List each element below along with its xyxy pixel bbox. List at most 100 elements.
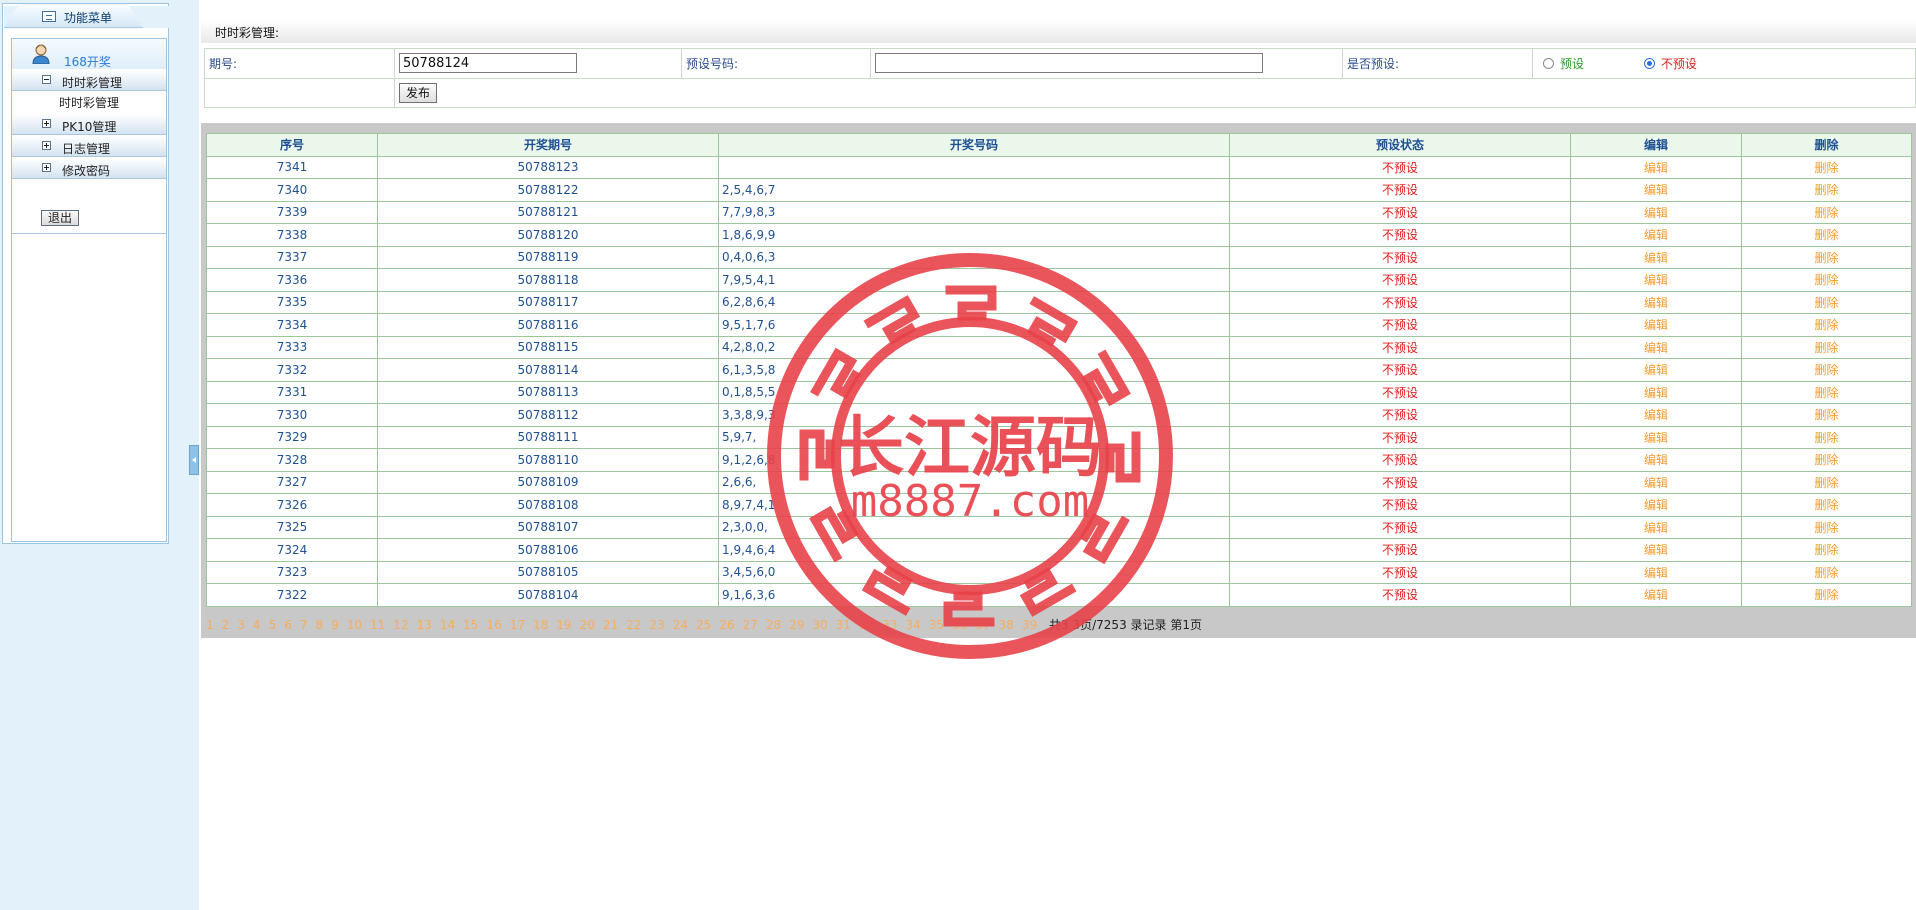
delete-link[interactable]: 删除 xyxy=(1741,403,1912,427)
menu-section-password[interactable]: 修改密码 xyxy=(12,157,166,179)
delete-link[interactable]: 删除 xyxy=(1741,493,1912,517)
edit-link[interactable]: 编辑 xyxy=(1570,200,1742,224)
edit-link[interactable]: 编辑 xyxy=(1570,178,1742,202)
edit-link[interactable]: 编辑 xyxy=(1570,493,1742,517)
page-link[interactable]: 5 xyxy=(269,618,277,632)
edit-link[interactable]: 编辑 xyxy=(1570,313,1742,337)
delete-link[interactable]: 删除 xyxy=(1741,470,1912,494)
page-link[interactable]: 37 xyxy=(975,618,990,632)
cell-issue: 50788107 xyxy=(377,515,719,539)
page-link[interactable]: 8 xyxy=(315,618,323,632)
page-link[interactable]: 39 xyxy=(1022,618,1037,632)
menu-section-pk10[interactable]: PK10管理 xyxy=(12,113,166,135)
edit-link[interactable]: 编辑 xyxy=(1570,403,1742,427)
delete-link[interactable]: 删除 xyxy=(1741,245,1912,269)
page-link[interactable]: 18 xyxy=(533,618,548,632)
page-link[interactable]: 10 xyxy=(347,618,362,632)
page-link[interactable]: 12 xyxy=(393,618,408,632)
page-link[interactable]: 1 xyxy=(206,618,214,632)
page-link[interactable]: 29 xyxy=(789,618,804,632)
page-link[interactable]: 38 xyxy=(999,618,1014,632)
delete-link[interactable]: 删除 xyxy=(1741,223,1912,247)
edit-link[interactable]: 编辑 xyxy=(1570,448,1742,472)
col-header-id: 序号 xyxy=(206,133,378,157)
radio-preset[interactable] xyxy=(1543,57,1554,69)
edit-link[interactable]: 编辑 xyxy=(1570,155,1742,179)
radio-no-preset[interactable] xyxy=(1643,57,1655,69)
preset-number-input[interactable] xyxy=(875,53,1263,74)
page-link[interactable]: 17 xyxy=(510,618,525,632)
page-link[interactable]: 16 xyxy=(486,618,501,632)
page-link[interactable]: 30 xyxy=(812,618,827,632)
edit-link[interactable]: 编辑 xyxy=(1570,358,1742,382)
delete-link[interactable]: 删除 xyxy=(1741,380,1912,404)
page-link[interactable]: 24 xyxy=(673,618,688,632)
cell-issue: 50788112 xyxy=(377,403,719,427)
issue-input[interactable] xyxy=(399,53,577,74)
menu-section-ssc[interactable]: 时时彩管理 xyxy=(12,69,166,91)
table-row: 7324 50788106 1,9,4,6,4 不预设 编辑 删除 xyxy=(206,538,1912,562)
edit-link[interactable]: 编辑 xyxy=(1570,290,1742,314)
sidebar-collapse-handle[interactable] xyxy=(189,445,199,475)
page-link[interactable]: 6 xyxy=(284,618,292,632)
publish-button[interactable]: 发布 xyxy=(399,82,438,103)
page-link[interactable]: 15 xyxy=(463,618,478,632)
edit-link[interactable]: 编辑 xyxy=(1570,380,1742,404)
page-link[interactable]: 13 xyxy=(417,618,432,632)
edit-link[interactable]: 编辑 xyxy=(1570,223,1742,247)
page-link[interactable]: 19 xyxy=(556,618,571,632)
cell-numbers: 2,6,6, xyxy=(718,470,1230,494)
table-row: 7337 50788119 0,4,0,6,3 不预设 编辑 删除 xyxy=(206,245,1912,269)
page-link[interactable]: 14 xyxy=(440,618,455,632)
edit-link[interactable]: 编辑 xyxy=(1570,470,1742,494)
delete-link[interactable]: 删除 xyxy=(1741,268,1912,292)
page-link[interactable]: 36 xyxy=(952,618,967,632)
page-link[interactable]: 9 xyxy=(331,618,339,632)
cell-id: 7334 xyxy=(206,313,378,337)
delete-link[interactable]: 删除 xyxy=(1741,290,1912,314)
delete-link[interactable]: 删除 xyxy=(1741,560,1912,584)
edit-link[interactable]: 编辑 xyxy=(1570,245,1742,269)
page-link[interactable]: 20 xyxy=(580,618,595,632)
col-header-issue: 开奖期号 xyxy=(377,133,719,157)
page-link[interactable]: 27 xyxy=(743,618,758,632)
delete-link[interactable]: 删除 xyxy=(1741,538,1912,562)
page-link[interactable]: 34 xyxy=(906,618,921,632)
delete-link[interactable]: 删除 xyxy=(1741,200,1912,224)
page-link[interactable]: 28 xyxy=(766,618,781,632)
page-link[interactable]: 25 xyxy=(696,618,711,632)
page-link[interactable]: 33 xyxy=(882,618,897,632)
edit-link[interactable]: 编辑 xyxy=(1570,425,1742,449)
logout-button[interactable]: 退出 xyxy=(41,210,79,226)
delete-link[interactable]: 删除 xyxy=(1741,313,1912,337)
page-link[interactable]: 4 xyxy=(253,618,261,632)
delete-link[interactable]: 删除 xyxy=(1741,425,1912,449)
delete-link[interactable]: 删除 xyxy=(1741,155,1912,179)
page-link[interactable]: 3 xyxy=(237,618,245,632)
page-link[interactable]: 35 xyxy=(929,618,944,632)
page-link[interactable]: 23 xyxy=(649,618,664,632)
edit-link[interactable]: 编辑 xyxy=(1570,583,1742,607)
delete-link[interactable]: 删除 xyxy=(1741,178,1912,202)
table-header-row: 序号 开奖期号 开奖号码 预设状态 编辑 删除 xyxy=(206,133,1912,157)
page-link[interactable]: 2 xyxy=(222,618,230,632)
edit-link[interactable]: 编辑 xyxy=(1570,515,1742,539)
delete-link[interactable]: 删除 xyxy=(1741,583,1912,607)
page-link[interactable]: 32 xyxy=(859,618,874,632)
delete-link[interactable]: 删除 xyxy=(1741,358,1912,382)
delete-link[interactable]: 删除 xyxy=(1741,448,1912,472)
page-link[interactable]: 22 xyxy=(626,618,641,632)
edit-link[interactable]: 编辑 xyxy=(1570,538,1742,562)
page-link[interactable]: 26 xyxy=(719,618,734,632)
page-link[interactable]: 21 xyxy=(603,618,618,632)
edit-link[interactable]: 编辑 xyxy=(1570,268,1742,292)
edit-link[interactable]: 编辑 xyxy=(1570,560,1742,584)
menu-section-log[interactable]: 日志管理 xyxy=(12,135,166,157)
edit-link[interactable]: 编辑 xyxy=(1570,335,1742,359)
page-link[interactable]: 11 xyxy=(370,618,385,632)
page-link[interactable]: 31 xyxy=(836,618,851,632)
delete-link[interactable]: 删除 xyxy=(1741,335,1912,359)
delete-link[interactable]: 删除 xyxy=(1741,515,1912,539)
menu-item-ssc-manage[interactable]: 时时彩管理 xyxy=(12,91,166,113)
page-link[interactable]: 7 xyxy=(300,618,308,632)
